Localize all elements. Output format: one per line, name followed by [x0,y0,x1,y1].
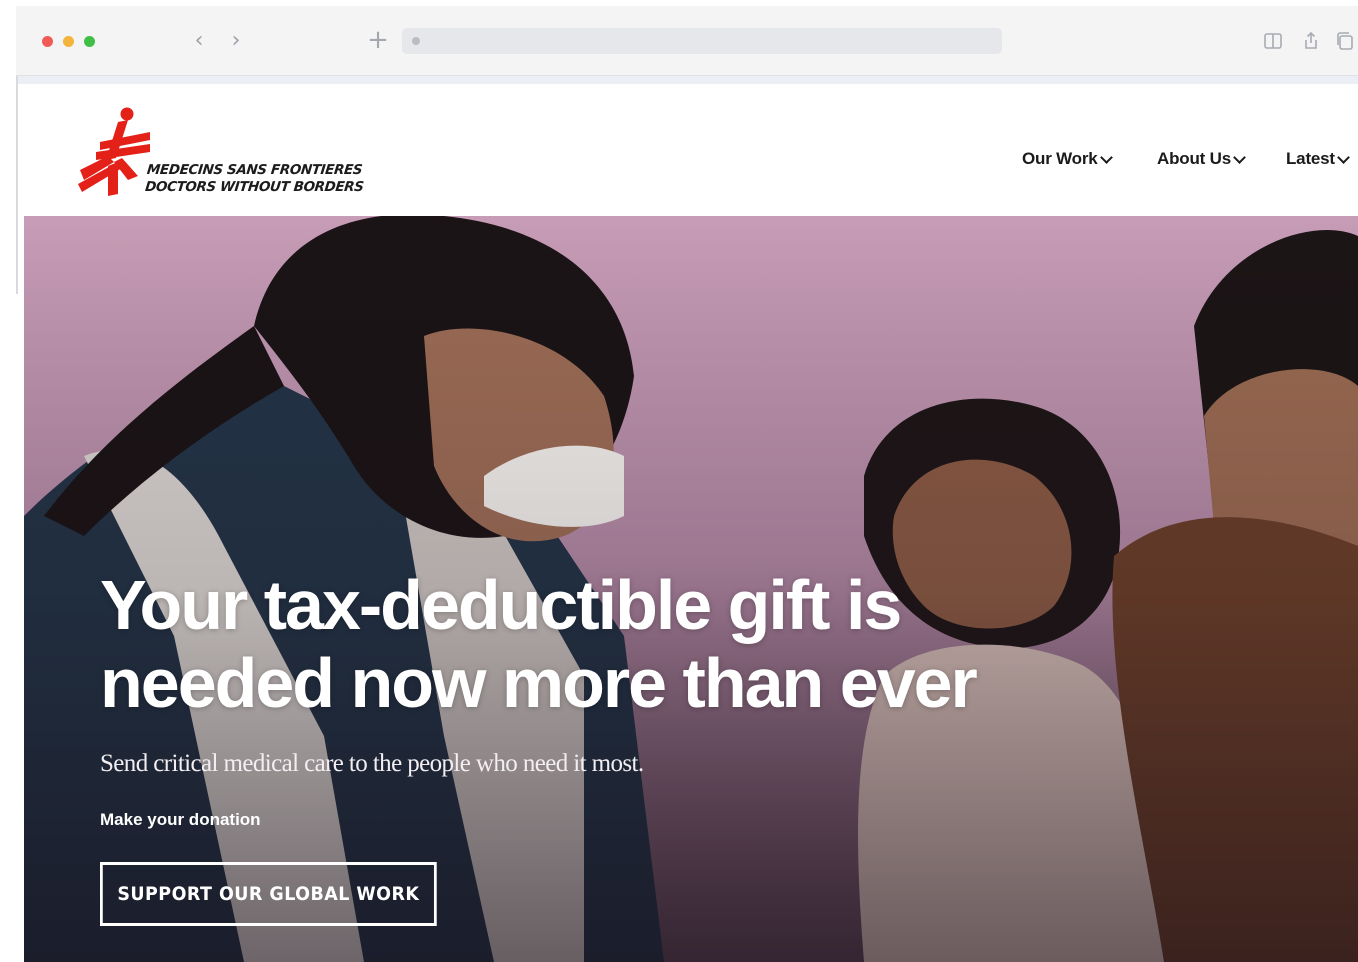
close-window-button[interactable] [42,36,53,47]
toolbar-divider [16,76,1358,84]
reader-icon[interactable] [1262,30,1284,52]
nav-about-us[interactable]: About Us [1157,149,1246,169]
chevron-down-icon [1099,150,1113,164]
nav-latest-label: Latest [1286,149,1335,168]
donation-label: Make your donation [100,810,261,829]
site-icon [412,37,420,45]
msf-logo[interactable]: MEDECINS SANS FRONTIERES DOCTORS WITHOUT… [78,106,388,198]
hero-headline-line-1: Your tax-deductible gift is [100,566,902,644]
hero-copy: Your tax-deductible gift is needed now m… [100,566,1200,830]
nav-our-work-label: Our Work [1022,149,1098,168]
browser-toolbar: ‹ › + [16,6,1358,76]
hero-subheading: Send critical medical care to the people… [100,750,644,777]
address-bar[interactable] [402,28,1002,54]
chevron-down-icon [1337,150,1350,164]
nav-our-work[interactable]: Our Work [1022,149,1113,169]
hero-headline-line-2: needed now more than ever [100,644,978,722]
back-button[interactable]: ‹ [188,28,210,54]
logo-wordmark: MEDECINS SANS FRONTIERES DOCTORS WITHOUT… [144,162,388,196]
msf-running-man-icon [78,107,150,196]
hero-headline: Your tax-deductible gift is needed now m… [100,566,1200,722]
zoom-window-button[interactable] [84,36,95,47]
share-icon[interactable] [1300,30,1322,52]
chevron-down-icon [1233,150,1246,164]
logo-line-2: DOCTORS WITHOUT BORDERS [144,179,365,195]
new-tab-button[interactable]: + [366,26,390,54]
nav-latest[interactable]: Latest [1286,149,1350,169]
logo-line-1: MEDECINS SANS FRONTIERES [146,162,364,178]
window-edge [16,76,18,294]
nav-about-us-label: About Us [1157,149,1231,168]
forward-button[interactable]: › [225,28,247,54]
hero-banner: Your tax-deductible gift is needed now m… [24,216,1358,962]
tabs-icon[interactable] [1334,30,1356,52]
support-global-work-button[interactable]: SUPPORT OUR GLOBAL WORK [100,862,437,926]
site-header: MEDECINS SANS FRONTIERES DOCTORS WITHOUT… [24,84,1358,216]
minimize-window-button[interactable] [63,36,74,47]
